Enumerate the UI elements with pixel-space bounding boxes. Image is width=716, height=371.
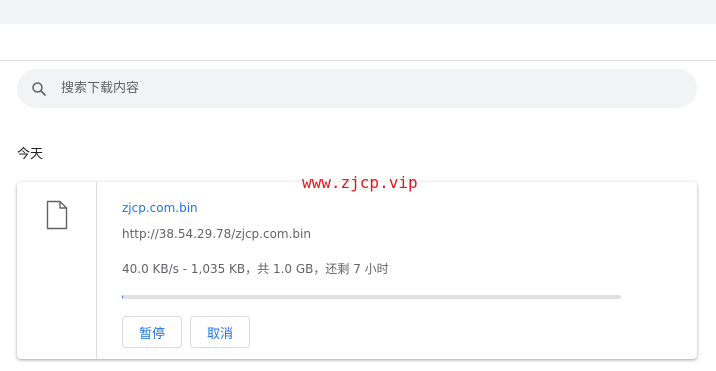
pause-button[interactable]: 暂停 [122,316,182,348]
file-icon [46,200,68,230]
search-input[interactable] [61,69,661,108]
date-heading: 今天 [17,147,44,162]
progress-bar [122,295,621,299]
download-status: 40.0 KB/s - 1,035 KB，共 1.0 GB，还剩 7 小时 [122,262,389,276]
cancel-button[interactable]: 取消 [190,316,250,348]
download-icon-column [17,182,97,359]
top-bar [0,0,716,24]
search-box[interactable] [17,69,697,108]
header-divider [0,60,716,61]
download-item: zjcp.com.bin http://38.54.29.78/zjcp.com… [17,182,697,359]
file-url: http://38.54.29.78/zjcp.com.bin [122,227,311,241]
search-icon [32,82,46,96]
watermark-text: www.zjcp.vip [302,173,418,192]
file-name-link[interactable]: zjcp.com.bin [122,199,198,217]
